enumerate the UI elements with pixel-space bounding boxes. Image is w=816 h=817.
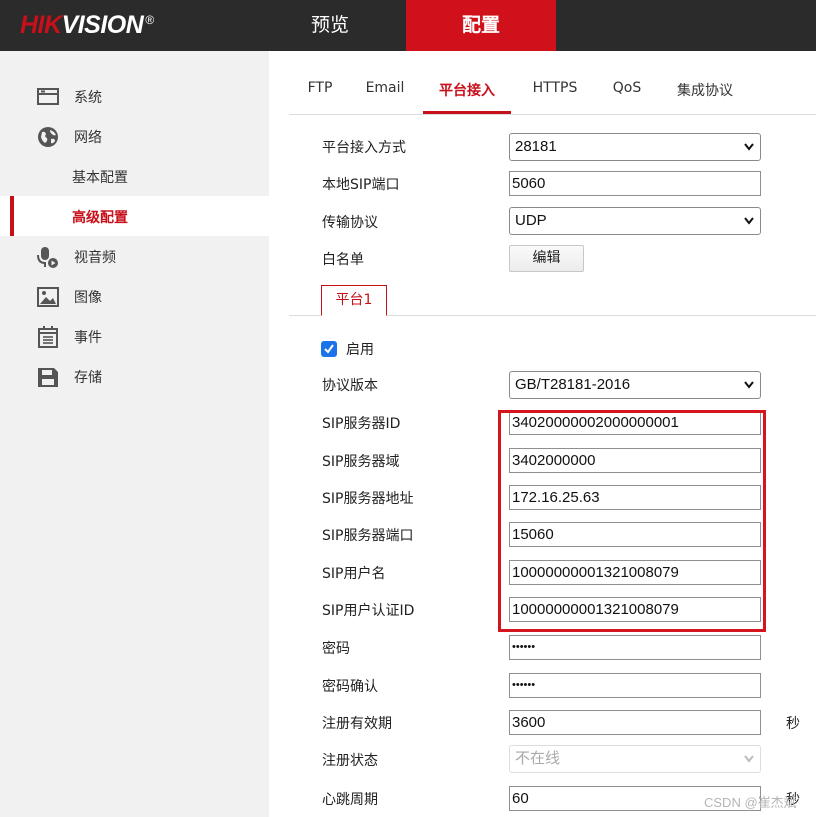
local-sip-port-label: 本地SIP端口 [322, 177, 400, 193]
save-disk-icon [36, 366, 60, 388]
sip-server-address-label: SIP服务器地址 [322, 491, 414, 507]
password-label: 密码 [322, 641, 350, 657]
sip-server-id-label: SIP服务器ID [322, 416, 401, 432]
local-sip-port-input[interactable]: 5060 [509, 171, 761, 196]
access-mode-value: 28181 [515, 138, 557, 155]
nav-config[interactable]: 配置 [406, 0, 556, 51]
highlight-box [498, 410, 766, 632]
protocol-version-value: GB/T28181-2016 [515, 376, 631, 393]
heartbeat-label: 心跳周期 [322, 792, 378, 808]
tab-email[interactable]: Email [365, 80, 405, 114]
enable-checkbox[interactable] [321, 341, 337, 357]
tab-platform-access[interactable]: 平台接入 [423, 80, 511, 114]
register-status-value: 不在线 [515, 750, 561, 767]
tab-integration-protocol[interactable]: 集成协议 [673, 80, 737, 114]
sidebar-item-label: 图像 [74, 290, 102, 306]
sidebar-item-label: 基本配置 [72, 170, 128, 186]
sidebar-item-basic-config[interactable]: 基本配置 [0, 156, 269, 196]
transport-select[interactable]: UDP [509, 207, 761, 235]
chevron-down-icon [744, 143, 754, 151]
sidebar-item-label: 网络 [74, 130, 102, 146]
sidebar-item-event[interactable]: 事件 [0, 316, 269, 356]
sidebar-item-image[interactable]: 图像 [0, 276, 269, 316]
sip-server-domain-label: SIP服务器域 [322, 454, 400, 470]
transport-label: 传输协议 [322, 215, 378, 231]
access-mode-label: 平台接入方式 [322, 140, 406, 156]
sidebar-item-label: 视音频 [74, 250, 116, 266]
sip-username-label: SIP用户名 [322, 566, 386, 582]
sip-auth-id-label: SIP用户认证ID [322, 603, 415, 619]
tab-platform-1[interactable]: 平台1 [321, 285, 387, 316]
sidebar-item-video-audio[interactable]: 视音频 [0, 236, 269, 276]
whitelist-label: 白名单 [322, 252, 364, 268]
transport-value: UDP [515, 212, 547, 229]
register-period-input[interactable]: 3600 [509, 710, 761, 735]
chevron-down-icon [744, 755, 754, 763]
register-status-select: 不在线 [509, 745, 761, 773]
microphone-video-icon [36, 246, 60, 268]
sidebar-item-storage[interactable]: 存储 [0, 356, 269, 396]
sidebar: 系统 网络 基本配置 高级配置 视音频 图像 事件 存储 [0, 51, 269, 817]
nav-preview[interactable]: 预览 [262, 0, 398, 51]
password-input[interactable]: •••••• [509, 635, 761, 660]
register-period-unit: 秒 [786, 716, 800, 732]
image-icon [36, 286, 60, 308]
password-confirm-input[interactable]: •••••• [509, 673, 761, 698]
top-bar: HIKVISION ® 预览 配置 [0, 0, 816, 51]
sidebar-item-network[interactable]: 网络 [0, 116, 269, 156]
sidebar-item-label: 系统 [74, 90, 102, 106]
password-confirm-label: 密码确认 [322, 679, 378, 695]
chevron-down-icon [744, 381, 754, 389]
sidebar-item-label: 高级配置 [72, 210, 128, 226]
sidebar-item-advanced-config[interactable]: 高级配置 [0, 196, 269, 236]
sip-server-port-label: SIP服务器端口 [322, 528, 414, 544]
sidebar-item-label: 事件 [74, 330, 102, 346]
monitor-icon [36, 86, 60, 108]
sidebar-item-label: 存储 [74, 370, 102, 386]
whitelist-edit-button[interactable]: 编辑 [509, 245, 584, 272]
tab-ftp[interactable]: FTP [305, 80, 335, 114]
protocol-version-select[interactable]: GB/T28181-2016 [509, 371, 761, 399]
tab-qos[interactable]: QoS [610, 80, 644, 114]
check-icon [324, 344, 334, 354]
tab-https[interactable]: HTTPS [529, 80, 581, 114]
watermark: CSDN @崔杰斌 [704, 795, 797, 810]
sidebar-item-system[interactable]: 系统 [0, 76, 269, 116]
register-period-label: 注册有效期 [322, 716, 392, 732]
register-status-label: 注册状态 [322, 753, 378, 769]
chevron-down-icon [744, 217, 754, 225]
access-mode-select[interactable]: 28181 [509, 133, 761, 161]
protocol-version-label: 协议版本 [322, 378, 378, 394]
calendar-icon [36, 326, 60, 348]
hikvision-logo: HIKVISION ® [20, 11, 154, 39]
enable-label: 启用 [346, 342, 374, 358]
settings-tabs: FTP Email 平台接入 HTTPS QoS 集成协议 [289, 68, 816, 115]
globe-icon [36, 126, 60, 148]
